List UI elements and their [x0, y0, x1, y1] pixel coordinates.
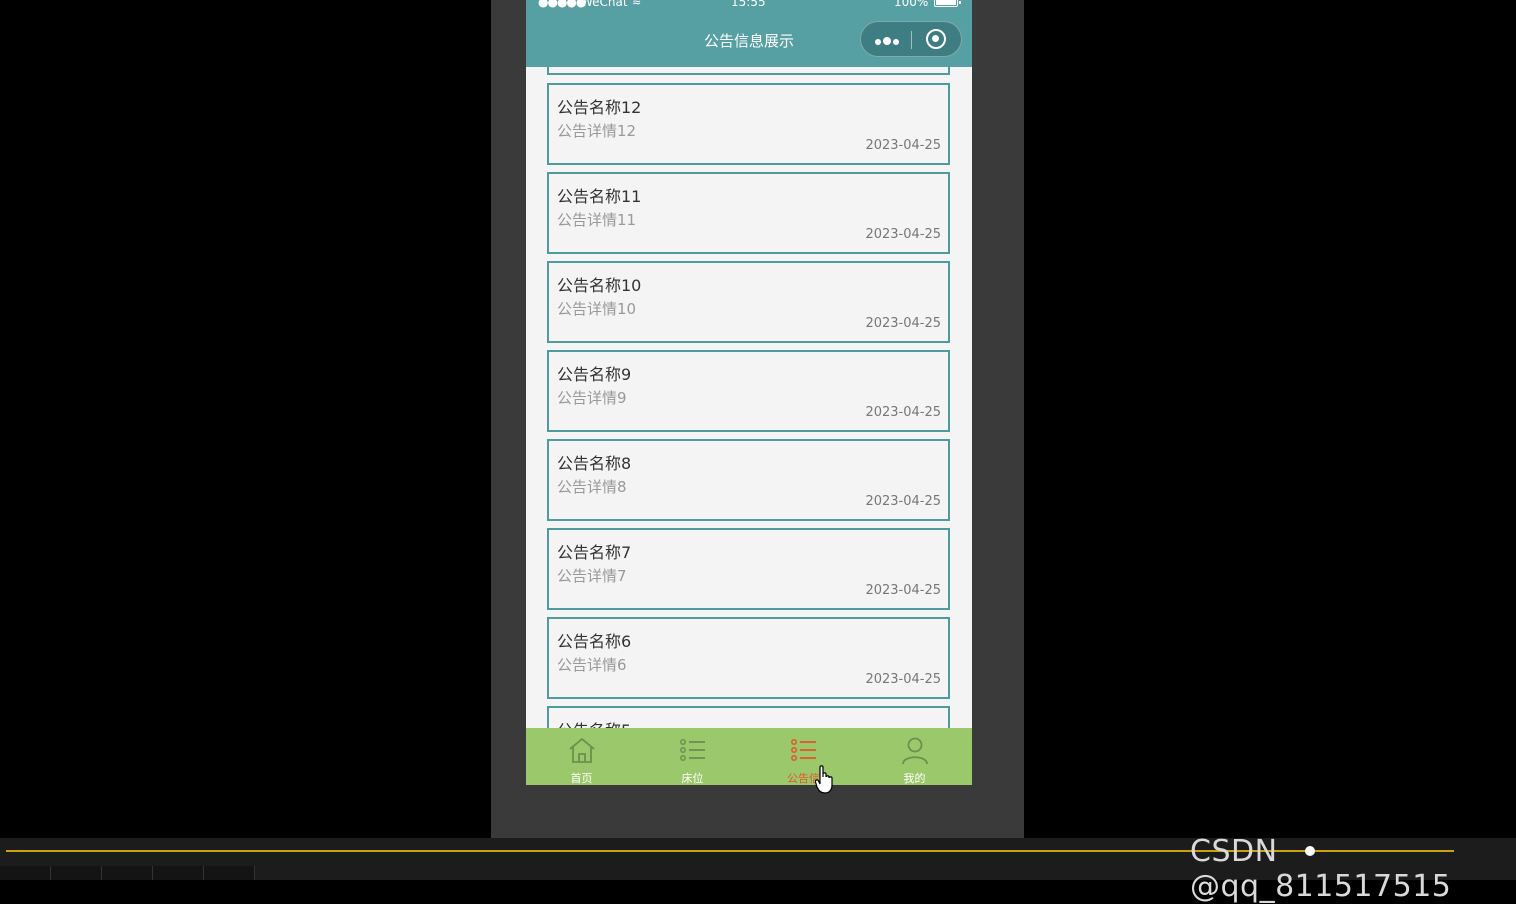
- more-button[interactable]: [871, 30, 903, 48]
- notice-name: 公告名称8: [557, 454, 632, 473]
- notice-date: 2023-04-25: [865, 494, 941, 509]
- status-time: 15:55: [731, 0, 766, 9]
- thumbnail-slot: [153, 866, 204, 880]
- notice-name: 公告名称6: [557, 632, 632, 651]
- notice-detail: 公告详情7: [557, 567, 627, 585]
- notice-detail: 公告详情12: [557, 122, 637, 140]
- tab-label: 首页: [570, 772, 593, 785]
- notice-name: 公告名称9: [557, 365, 632, 384]
- tab-bar: 首页 床位 公告信 我的: [526, 728, 972, 785]
- signal-indicator: ●●●●●: [538, 0, 586, 9]
- notice-list[interactable]: 公告名称12 公告详情12 2023-04-25 公告名称11 公告详情11 2…: [526, 67, 972, 728]
- notice-detail: 公告详情11: [557, 211, 637, 229]
- notice-card[interactable]: 公告名称8 公告详情8 2023-04-25: [547, 439, 950, 521]
- notice-card[interactable]: 公告名称6 公告详情6 2023-04-25: [547, 617, 950, 699]
- menu-capsule: [860, 21, 962, 57]
- more-dot-icon: [893, 39, 899, 45]
- tab-beds[interactable]: 床位: [637, 728, 748, 785]
- notice-card[interactable]: 公告名称7 公告详情7 2023-04-25: [547, 528, 950, 610]
- thumbnail-slot: [204, 866, 255, 880]
- wifi-icon: ≋: [632, 0, 642, 8]
- notice-date: 2023-04-25: [865, 227, 941, 242]
- notice-card-partial[interactable]: [547, 67, 950, 75]
- notice-card[interactable]: 公告名称9 公告详情9 2023-04-25: [547, 350, 950, 432]
- notice-name: 公告名称12: [557, 98, 642, 117]
- notice-name: 公告名称5: [557, 717, 631, 728]
- tab-notices[interactable]: 公告信: [748, 728, 859, 785]
- notice-card[interactable]: 公告名称11 公告详情11 2023-04-25: [547, 172, 950, 254]
- user-icon: [902, 737, 928, 765]
- more-dot-icon: [875, 39, 881, 45]
- list-icon: [791, 739, 816, 761]
- battery-icon: [934, 0, 961, 7]
- notice-card[interactable]: 公告名称5: [547, 706, 950, 728]
- notice-detail: 公告详情9: [557, 389, 627, 407]
- nav-bar: ●●●●● WeChat ≋ 15:55 100% 公告信息展示: [526, 0, 972, 67]
- capsule-divider: [911, 31, 912, 49]
- notice-card[interactable]: 公告名称10 公告详情10 2023-04-25: [547, 261, 950, 343]
- phone-screen: ●●●●● WeChat ≋ 15:55 100% 公告信息展示 公告名称12 …: [526, 0, 972, 785]
- notice-date: 2023-04-25: [865, 583, 941, 598]
- tab-mine[interactable]: 我的: [859, 728, 970, 785]
- notice-detail: 公告详情6: [557, 656, 627, 674]
- battery-percent: 100%: [894, 0, 929, 9]
- tab-label: 公告信: [787, 772, 820, 785]
- notice-date: 2023-04-25: [865, 405, 941, 420]
- home-icon: [569, 737, 595, 763]
- close-dot-icon: [932, 35, 939, 42]
- notice-detail: 公告详情8: [557, 478, 627, 496]
- thumbnail-slot: [51, 866, 102, 880]
- close-button[interactable]: [926, 29, 946, 49]
- notice-name: 公告名称10: [557, 276, 642, 295]
- notice-detail: 公告详情10: [557, 300, 637, 318]
- notice-date: 2023-04-25: [865, 138, 941, 153]
- watermark: CSDN @qq_811517515: [1190, 834, 1452, 904]
- thumbnail-slot: [0, 866, 51, 880]
- notice-date: 2023-04-25: [865, 672, 941, 687]
- notice-date: 2023-04-25: [865, 316, 941, 331]
- notice-name: 公告名称7: [557, 543, 632, 562]
- status-bar: ●●●●● WeChat ≋ 15:55 100%: [526, 0, 972, 11]
- tab-home[interactable]: 首页: [526, 728, 637, 785]
- list-icon: [680, 739, 705, 761]
- carrier-label: WeChat: [581, 0, 628, 9]
- tab-label: 床位: [681, 772, 704, 785]
- more-dot-icon: [883, 37, 891, 45]
- notice-name: 公告名称11: [557, 187, 642, 206]
- thumbnail-slot: [102, 866, 153, 880]
- notice-card[interactable]: 公告名称12 公告详情12 2023-04-25: [547, 83, 950, 165]
- tab-label: 我的: [903, 772, 926, 785]
- hand-cursor-icon: [815, 765, 833, 794]
